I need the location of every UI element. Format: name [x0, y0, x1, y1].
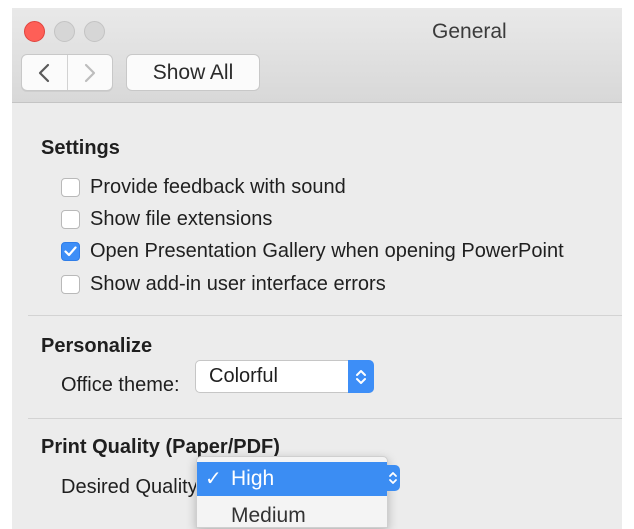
forward-button[interactable]	[66, 55, 113, 90]
office-theme-stepper[interactable]	[348, 360, 374, 393]
section-divider	[28, 315, 622, 316]
preferences-window: General Show All Settings Provide feedba…	[12, 8, 622, 529]
feedback-sound-label: Provide feedback with sound	[90, 175, 346, 198]
checkmark-icon	[64, 245, 77, 256]
quality-option-medium[interactable]: Medium	[197, 496, 387, 527]
window-title: General	[432, 20, 507, 43]
minimize-window-button[interactable]	[54, 21, 75, 42]
up-down-chevron-icon	[389, 472, 397, 484]
checkmark-icon: ✓	[205, 468, 222, 490]
chevron-left-icon	[39, 63, 50, 82]
quality-option-label: High	[231, 467, 275, 490]
settings-section-title: Settings	[41, 137, 120, 159]
back-button[interactable]	[22, 55, 67, 90]
office-theme-select[interactable]: Colorful	[195, 360, 374, 393]
presentation-gallery-checkbox[interactable]	[61, 241, 80, 261]
office-theme-label: Office theme:	[61, 374, 180, 396]
zoom-window-button[interactable]	[84, 21, 105, 42]
section-divider	[28, 418, 622, 419]
option-presentation-gallery[interactable]: Open Presentation Gallery when opening P…	[61, 238, 564, 264]
option-addin-errors[interactable]: Show add-in user interface errors	[61, 271, 386, 297]
close-window-button[interactable]	[24, 21, 45, 42]
file-extensions-label: Show file extensions	[90, 207, 273, 230]
option-feedback-sound[interactable]: Provide feedback with sound	[61, 174, 346, 200]
quality-option-high[interactable]: ✓ High	[197, 462, 387, 496]
presentation-gallery-label: Open Presentation Gallery when opening P…	[90, 239, 564, 262]
option-file-extensions[interactable]: Show file extensions	[61, 206, 272, 232]
personalize-section-title: Personalize	[41, 335, 153, 357]
feedback-sound-checkbox[interactable]	[61, 177, 80, 197]
quality-option-label: Medium	[231, 504, 306, 527]
desired-quality-label: Desired Quality	[61, 476, 198, 498]
title-bar: General Show All	[12, 8, 622, 103]
chevron-right-icon	[84, 63, 95, 82]
addin-errors-checkbox[interactable]	[61, 274, 80, 294]
desired-quality-menu: ✓ High Medium	[196, 456, 388, 528]
office-theme-value: Colorful	[209, 365, 278, 387]
show-all-button[interactable]: Show All	[126, 54, 260, 91]
navigation-buttons	[21, 54, 113, 91]
file-extensions-checkbox[interactable]	[61, 209, 80, 229]
up-down-chevron-icon	[356, 369, 366, 384]
desired-quality-stepper[interactable]	[386, 465, 400, 491]
addin-errors-label: Show add-in user interface errors	[90, 272, 386, 295]
